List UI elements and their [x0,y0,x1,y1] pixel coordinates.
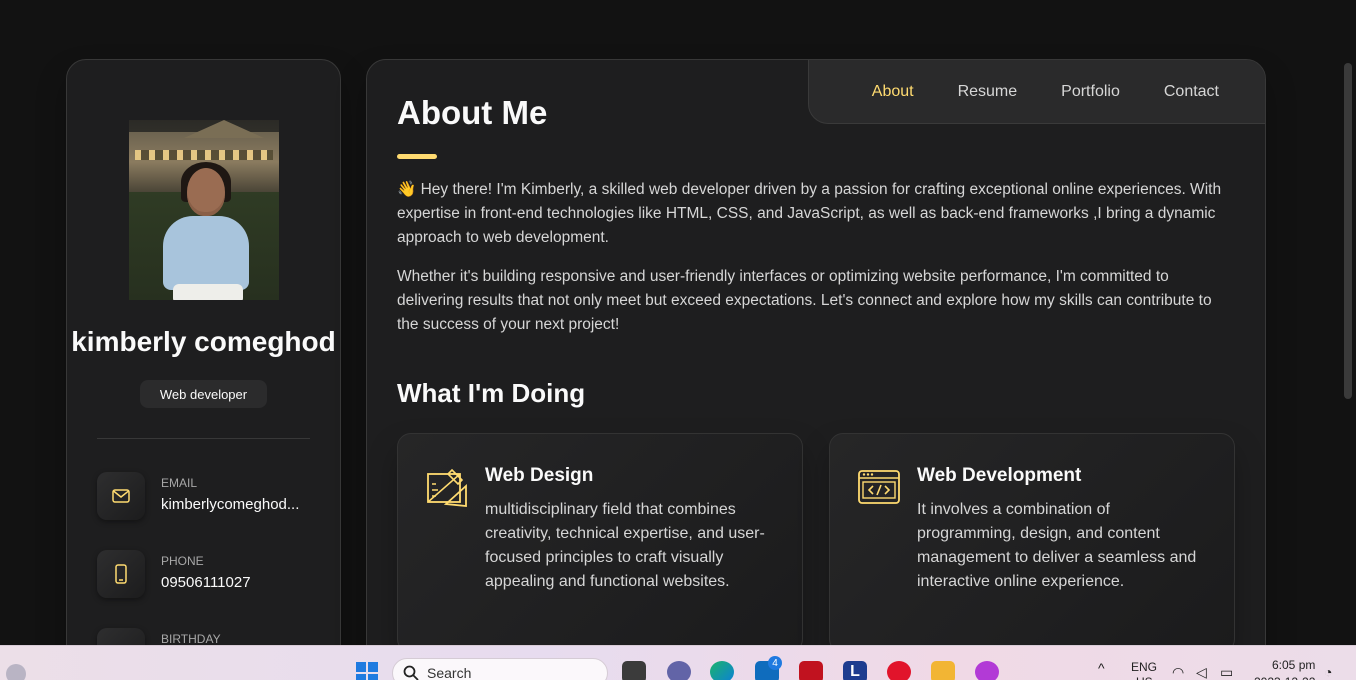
edge-browser-icon[interactable] [710,661,734,680]
phone-link[interactable]: 09506111027 [161,574,311,591]
search-icon [403,665,419,680]
about-paragraph: Whether it's building responsive and use… [397,268,1212,333]
scrollbar-thumb[interactable] [1344,63,1352,399]
nav-portfolio[interactable]: Portfolio [1061,83,1120,101]
navbar: About Resume Portfolio Contact [808,60,1265,124]
mcafee-icon[interactable] [799,661,823,680]
language-indicator[interactable]: ENG [1131,660,1157,674]
notification-bell-icon[interactable]: ◔ [1324,664,1332,680]
wps-office-icon[interactable] [975,661,999,680]
section-title: What I'm Doing [397,378,586,408]
role-badge: Web developer [140,380,267,408]
contact-label: PHONE [161,554,204,568]
service-card-web-design: Web Design multidisciplinary field that … [397,433,803,645]
design-tools-icon [426,466,468,508]
avatar-shirt [163,216,249,290]
region-indicator: US [1136,675,1153,680]
task-view-icon[interactable] [622,661,646,680]
nav-resume[interactable]: Resume [958,83,1018,101]
avatar-skirt [173,284,243,300]
title-underline [397,154,437,159]
widgets-icon[interactable] [6,664,26,680]
speaker-icon[interactable]: ◁ [1196,664,1207,680]
opera-icon[interactable] [887,661,911,680]
service-title: Web Development [917,465,1082,486]
contact-birthday: BIRTHDAY [97,628,317,645]
windows-start-icon[interactable] [356,662,378,680]
profile-sidebar: kimberly comeghod Web developer EMAIL ki… [66,59,341,645]
avatar [129,120,279,300]
contact-label: EMAIL [161,476,198,490]
page-title: About Me [397,94,548,131]
contact-email: EMAIL kimberlycomeghod... [97,472,317,522]
teams-icon[interactable] [667,661,691,680]
nav-about[interactable]: About [872,83,914,101]
taskbar-search[interactable]: Search [392,658,608,680]
contact-label: BIRTHDAY [161,632,221,645]
search-placeholder: Search [427,665,472,680]
avatar-face [187,168,225,216]
phone-icon [97,550,145,598]
wifi-icon[interactable]: ◠ [1172,664,1184,680]
service-text: multidisciplinary field that combines cr… [485,501,765,590]
about-paragraph: 👋 Hey there! I'm Kimberly, a skilled web… [397,181,1222,246]
clock-date[interactable]: 2023-12-22 [1254,675,1315,680]
code-window-icon [858,466,900,508]
battery-icon[interactable]: ▭ [1220,664,1233,680]
email-link[interactable]: kimberlycomeghod... [161,496,311,513]
service-text: It involves a combination of programming… [917,501,1197,590]
file-explorer-icon[interactable] [931,661,955,680]
chevron-up-icon[interactable]: ^ [1098,660,1105,676]
calendar-icon [97,628,145,645]
separator [97,438,310,439]
main-content: About Resume Portfolio Contact About Me … [366,59,1266,645]
avatar-background-lights [135,150,273,160]
service-card-web-development: Web Development It involves a combinatio… [829,433,1235,645]
profile-name: kimberly comeghod [71,326,336,357]
mail-badge: 4 [768,656,782,670]
service-title: Web Design [485,465,594,486]
windows-taskbar: Search 4 L ^ ENG US ◠ ◁ ▭ 6:05 pm 2023-1… [0,645,1356,680]
clock-time[interactable]: 6:05 pm [1272,658,1315,672]
contact-phone: PHONE 09506111027 [97,550,317,600]
mail-icon [97,472,145,520]
lenovo-icon[interactable]: L [843,661,867,680]
avatar-background-roof [184,120,264,138]
nav-contact[interactable]: Contact [1164,83,1219,101]
portfolio-page: kimberly comeghod Web developer EMAIL ki… [0,0,1356,645]
